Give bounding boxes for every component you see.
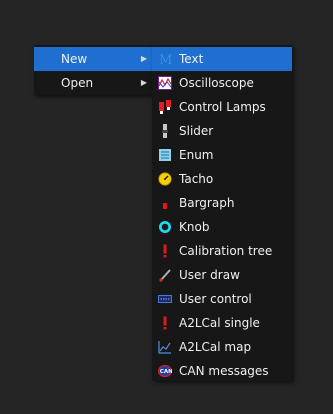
submenu-item-label: Enum — [179, 148, 214, 162]
submenu-item-user-control[interactable]: User control — [152, 287, 292, 311]
new-submenu: M Text Oscilloscope Control Lamps Slider — [152, 45, 292, 381]
calibration-tree-icon — [163, 244, 167, 258]
submenu-item-label: Control Lamps — [179, 100, 266, 114]
submenu-item-tacho[interactable]: Tacho — [152, 167, 292, 191]
submenu-item-can-messages[interactable]: CAN CAN messages — [152, 359, 292, 383]
submenu-item-label: Text — [179, 52, 204, 66]
text-icon: M — [159, 53, 172, 66]
submenu-item-a2lcal-single[interactable]: A2LCal single — [152, 311, 292, 335]
tacho-icon — [158, 172, 172, 186]
submenu-item-knob[interactable]: Knob — [152, 215, 292, 239]
menu-item-label: Open — [61, 76, 94, 90]
submenu-arrow-icon: ▶ — [140, 54, 147, 63]
submenu-arrow-icon: ▶ — [140, 78, 147, 87]
submenu-item-control-lamps[interactable]: Control Lamps — [152, 95, 292, 119]
submenu-item-bargraph[interactable]: Bargraph — [152, 191, 292, 215]
svg-text:M: M — [159, 53, 172, 66]
menu-item-new[interactable]: New ▶ — [34, 47, 152, 71]
submenu-item-label: Tacho — [179, 172, 214, 186]
slider-icon — [162, 124, 168, 138]
enum-icon — [159, 149, 171, 161]
submenu-item-label: Slider — [179, 124, 214, 138]
menu-item-label: New — [61, 52, 88, 66]
submenu-item-label: A2LCal map — [179, 340, 252, 354]
bargraph-icon — [163, 203, 167, 209]
submenu-item-label: User draw — [179, 268, 240, 282]
a2lcal-map-icon — [158, 341, 171, 354]
control-lamps-icon — [159, 100, 171, 114]
submenu-item-user-draw[interactable]: User draw — [152, 263, 292, 287]
submenu-item-label: Bargraph — [179, 196, 235, 210]
submenu-item-label: Oscilloscope — [179, 76, 254, 90]
submenu-item-a2lcal-map[interactable]: A2LCal map — [152, 335, 292, 359]
submenu-item-text[interactable]: M Text — [152, 47, 292, 71]
oscilloscope-icon — [158, 76, 172, 90]
submenu-item-calibration-tree[interactable]: Calibration tree — [152, 239, 292, 263]
can-messages-icon: CAN — [158, 364, 172, 378]
submenu-item-slider[interactable]: Slider — [152, 119, 292, 143]
submenu-item-label: CAN messages — [179, 364, 269, 378]
submenu-item-label: A2LCal single — [179, 316, 260, 330]
user-draw-icon — [159, 269, 171, 282]
submenu-item-label: Knob — [179, 220, 210, 234]
submenu-item-oscilloscope[interactable]: Oscilloscope — [152, 71, 292, 95]
menu-item-open[interactable]: Open ▶ — [34, 71, 152, 95]
submenu-item-label: Calibration tree — [179, 244, 273, 258]
a2lcal-single-icon — [163, 316, 167, 330]
svg-text:CAN: CAN — [160, 369, 172, 375]
knob-icon — [159, 221, 171, 233]
submenu-item-enum[interactable]: Enum — [152, 143, 292, 167]
submenu-item-label: User control — [179, 292, 252, 306]
context-menu: New ▶ Open ▶ — [34, 45, 152, 95]
user-control-icon — [158, 295, 172, 303]
